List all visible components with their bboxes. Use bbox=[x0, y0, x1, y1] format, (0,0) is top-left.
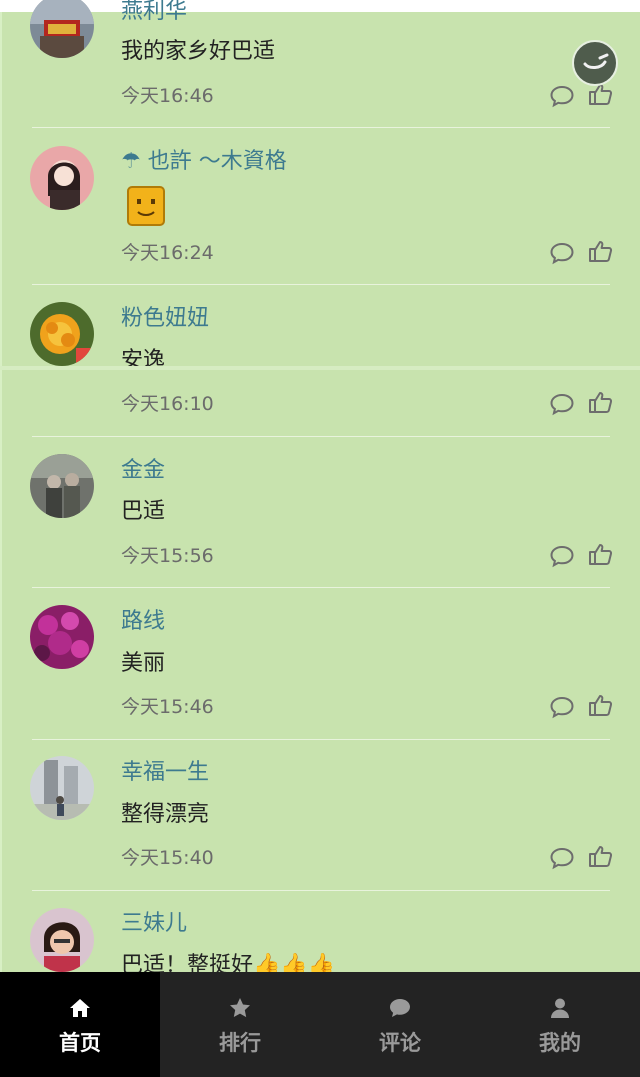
nav-home[interactable]: 首页 bbox=[0, 972, 160, 1077]
comment-time: 今天16:24 bbox=[121, 242, 214, 264]
comment-time: 今天16:46 bbox=[121, 85, 214, 107]
nav-mine[interactable]: 我的 bbox=[480, 972, 640, 1077]
home-icon bbox=[70, 999, 90, 1017]
avatar[interactable] bbox=[30, 302, 94, 366]
avatar[interactable] bbox=[30, 908, 94, 972]
like-icon[interactable] bbox=[587, 238, 613, 264]
emoji-sticker bbox=[127, 186, 165, 226]
divider bbox=[32, 127, 610, 128]
username[interactable]: 燕利华 bbox=[121, 0, 187, 26]
divider bbox=[32, 284, 610, 285]
star-icon bbox=[230, 998, 250, 1018]
divider bbox=[32, 739, 610, 740]
bottom-nav: 首页 排行 评论 我的 bbox=[0, 972, 640, 1077]
reply-icon[interactable] bbox=[549, 391, 575, 417]
comment-text: 巴适 bbox=[121, 499, 166, 524]
comment-time: 今天15:40 bbox=[121, 847, 214, 869]
reply-icon[interactable] bbox=[549, 845, 575, 871]
comment-time: 今天15:56 bbox=[121, 545, 214, 567]
user-icon bbox=[551, 998, 569, 1018]
pen-icon bbox=[583, 53, 609, 69]
comment-text: 安逸 bbox=[121, 348, 166, 373]
nav-comments[interactable]: 评论 bbox=[320, 972, 480, 1077]
floating-action-button[interactable] bbox=[572, 40, 618, 86]
username[interactable]: ☂ 也許 ～木資格 bbox=[121, 148, 287, 176]
username[interactable]: 路线 bbox=[121, 608, 165, 636]
comment-feed[interactable]: 燕利华 我的家乡好巴适 今天16:46 ☂ 也許 ～木資格 今天16:24 粉色… bbox=[0, 0, 640, 972]
nav-label: 评论 bbox=[379, 1031, 421, 1055]
divider bbox=[32, 890, 610, 891]
comment-text: 我的家乡好巴适 bbox=[121, 39, 276, 64]
screenshot-seam bbox=[0, 366, 640, 370]
comment-time: 今天16:10 bbox=[121, 393, 214, 415]
reply-icon[interactable] bbox=[549, 240, 575, 266]
comment-text: 巴适！整挺好👍👍👍 bbox=[121, 953, 336, 972]
avatar[interactable] bbox=[30, 605, 94, 669]
like-icon[interactable] bbox=[587, 692, 613, 718]
reply-icon[interactable] bbox=[549, 543, 575, 569]
chat-icon bbox=[390, 999, 410, 1017]
avatar[interactable] bbox=[30, 454, 94, 518]
nav-ranking[interactable]: 排行 bbox=[160, 972, 320, 1077]
nav-label: 排行 bbox=[219, 1031, 261, 1055]
avatar[interactable] bbox=[30, 0, 94, 58]
comment-time: 今天15:46 bbox=[121, 696, 214, 718]
avatar[interactable] bbox=[30, 146, 94, 210]
reply-icon[interactable] bbox=[549, 694, 575, 720]
nav-label: 我的 bbox=[539, 1031, 581, 1055]
reply-icon[interactable] bbox=[549, 83, 575, 109]
username[interactable]: 三妹儿 bbox=[121, 910, 187, 938]
nav-label: 首页 bbox=[59, 1031, 101, 1055]
like-icon[interactable] bbox=[587, 541, 613, 567]
username[interactable]: 幸福一生 bbox=[121, 759, 209, 787]
divider bbox=[32, 587, 610, 588]
comment-text: 美丽 bbox=[121, 651, 166, 676]
username[interactable]: 粉色妞妞 bbox=[121, 305, 209, 333]
like-icon[interactable] bbox=[587, 389, 613, 415]
username[interactable]: 金金 bbox=[121, 457, 165, 485]
comment-text: 整得漂亮 bbox=[121, 802, 210, 827]
like-icon[interactable] bbox=[587, 843, 613, 869]
avatar[interactable] bbox=[30, 756, 94, 820]
divider bbox=[32, 436, 610, 437]
